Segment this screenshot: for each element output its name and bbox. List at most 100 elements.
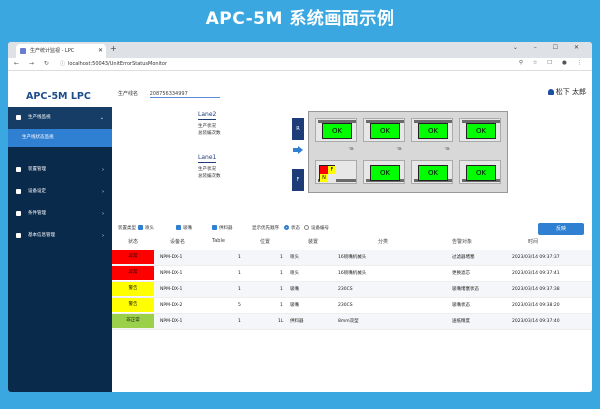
alarm-table: 状态 设备名 Table 位置 装置 分类 告警对象 时间 异常 NPM-DX-… xyxy=(112,238,592,330)
sidebar-item-conditions[interactable]: 条件管理 › xyxy=(8,203,112,225)
sidebar-item-settings[interactable]: 设备设定 › xyxy=(8,181,112,203)
sort-device-radio[interactable]: 设备编号 xyxy=(304,225,329,231)
info-icon: ⓘ xyxy=(60,61,66,67)
cell-category: 16喷嘴机械头 xyxy=(338,255,367,260)
machine-cell[interactable]: OK xyxy=(411,118,453,142)
folder-icon xyxy=(16,115,21,120)
sort-order-label: 显示优先顺序 xyxy=(252,226,279,231)
lane1-title: Lane1 xyxy=(198,154,217,163)
tab-close-icon[interactable]: ✕ xyxy=(98,44,103,58)
filter-feeder-checkbox[interactable]: 供料器 xyxy=(212,225,233,231)
header-table: Table xyxy=(212,238,225,244)
filter-bar: 装置类型 喷头 吸嘴 供料器 显示优先顺序 状态 设备编号 xyxy=(118,225,588,235)
cell-unit: 喷头 xyxy=(290,255,299,260)
address-bar: ← → ↻ ⓘ localhost:50043/UnitErrorStatusMo… xyxy=(8,58,592,71)
filter-nozzle-label: 吸嘴 xyxy=(183,226,192,231)
machine-layout: OK OK OK OK TB TB TB F N OK OK OK xyxy=(308,111,508,193)
cell-position: 1 xyxy=(280,271,283,276)
cell-unit: 供料器 xyxy=(290,319,304,324)
window-controls[interactable]: ⌄ – ☐ ✕ xyxy=(513,44,586,51)
url-field[interactable]: ⓘ localhost:50043/UnitErrorStatusMonitor xyxy=(60,60,167,67)
folder-icon xyxy=(16,167,21,172)
header-time: 时间 xyxy=(528,239,539,245)
cell-category: 230CS xyxy=(338,303,353,308)
cell-target: 送纸精度 xyxy=(452,319,470,324)
cell-time: 2023/03/14 09:38:20 xyxy=(512,303,560,308)
gear-icon xyxy=(16,189,21,194)
table-body: 异常 NPM-DX-1 1 1 喷头 16喷嘴机械头 过滤器堵塞 2023/03… xyxy=(112,250,592,330)
table-row[interactable]: 异常 NPM-DX-1 1 1 喷头 16喷嘴机械头 更换滤芯 2023/03/… xyxy=(112,266,592,282)
sidebar-subitem-line-status[interactable]: 生产线状态监视 xyxy=(8,129,112,147)
cell-time: 2023/03/14 09:37:37 xyxy=(512,255,560,260)
status-badge: 警告 xyxy=(112,298,154,312)
machine-cell[interactable]: OK xyxy=(363,160,405,184)
machine-cell-error[interactable]: F N xyxy=(315,160,357,184)
ok-indicator: OK xyxy=(370,123,400,139)
table-row[interactable]: 非正常 NPM-DX-1 1 1L 供料器 8mm双型 送纸精度 2023/03… xyxy=(112,314,592,330)
filter-head-label: 喷头 xyxy=(145,226,154,231)
machine-cell[interactable]: OK xyxy=(363,118,405,142)
table-row[interactable]: 警告 NPM-DX-2 5 1 吸嘴 230CS 吸嘴状态 2023/03/14… xyxy=(112,298,592,314)
document-icon xyxy=(16,233,21,238)
line-name-field[interactable]: 生产线名 208756334997 xyxy=(118,90,220,98)
cell-target: 过滤器堵塞 xyxy=(452,255,475,260)
sidebar-item-basic-info[interactable]: 基本信息管理 › xyxy=(8,225,112,247)
header-target: 告警对象 xyxy=(452,239,473,245)
device-type-label: 装置类型 xyxy=(118,226,136,231)
cell-device: NPM-DX-2 xyxy=(160,303,183,308)
sort-status-radio[interactable]: 状态 xyxy=(284,225,300,231)
nav-buttons[interactable]: ← → ↻ xyxy=(14,60,53,67)
user-icon xyxy=(547,89,554,95)
sidebar-item-label: 条件管理 xyxy=(28,211,46,216)
cell-time: 2023/03/14 09:37:41 xyxy=(512,271,560,276)
filter-feeder-label: 供料器 xyxy=(219,226,233,231)
flow-arrow-icon xyxy=(293,146,303,154)
sidebar-item-line-monitor[interactable]: 生产线监视 ⌄ xyxy=(8,107,112,129)
sidebar: APC-5M LPC 生产线监视 ⌄ 生产线状态监视 装置管理 › 设备设定 ›… xyxy=(8,71,112,392)
machine-cell[interactable]: OK xyxy=(411,160,453,184)
cell-time: 2023/03/14 09:37:38 xyxy=(512,287,560,292)
ok-indicator: OK xyxy=(418,123,448,139)
cell-table: 1 xyxy=(238,271,241,276)
tray-label: TB xyxy=(397,147,402,151)
sort-device-label: 设备编号 xyxy=(311,226,329,231)
app-brand: APC-5M LPC xyxy=(8,71,112,107)
chevron-right-icon: › xyxy=(102,189,104,195)
new-tab-icon[interactable]: + xyxy=(110,44,117,53)
filter-nozzle-checkbox[interactable]: 吸嘴 xyxy=(176,225,192,231)
line-name-value: 208756334997 xyxy=(149,91,220,98)
ok-indicator: OK xyxy=(466,165,496,181)
sidebar-item-label: 基本信息管理 xyxy=(28,233,55,238)
browser-tab[interactable]: 生产统计监视 - LPC ✕ xyxy=(16,44,106,58)
main-content: 生产线名 208756334997 松下 太郎 Lane2 生产状况 总装编次数… xyxy=(112,71,592,392)
cell-table: 1 xyxy=(238,319,241,324)
filter-head-checkbox[interactable]: 喷头 xyxy=(138,225,154,231)
lane2-status: 生产状况 xyxy=(198,124,216,129)
banner-title: APC-5M 系统画面示例 xyxy=(205,9,395,29)
cell-position: 1 xyxy=(280,303,283,308)
checkbox-checked-icon xyxy=(138,225,143,230)
header-category: 分类 xyxy=(378,239,389,245)
browser-window: 生产统计监视 - LPC ✕ + ⌄ – ☐ ✕ ← → ↻ ⓘ localhos… xyxy=(8,42,592,392)
cell-table: 1 xyxy=(238,255,241,260)
table-row[interactable]: 异常 NPM-DX-1 1 1 喷头 16喷嘴机械头 过滤器堵塞 2023/03… xyxy=(112,250,592,266)
table-row[interactable]: 警告 NPM-DX-1 1 1 吸嘴 230CS 吸嘴堵塞状态 2023/03/… xyxy=(112,282,592,298)
ok-indicator: OK xyxy=(418,165,448,181)
lane1-status: 生产状况 xyxy=(198,167,216,172)
cell-category: 8mm双型 xyxy=(338,319,359,324)
document-icon xyxy=(16,211,21,216)
user-menu[interactable]: 松下 太郎 xyxy=(547,87,586,97)
browser-tools[interactable]: ⚲ ☆ ☐ ● ⋮ xyxy=(519,60,586,66)
sort-status-label: 状态 xyxy=(291,226,300,231)
sidebar-item-device-management[interactable]: 装置管理 › xyxy=(8,159,112,181)
status-badge: 警告 xyxy=(112,282,154,296)
user-name: 松下 太郎 xyxy=(555,88,586,96)
machine-cell[interactable]: OK xyxy=(459,118,501,142)
machine-cell[interactable]: OK xyxy=(459,160,501,184)
cell-target: 吸嘴状态 xyxy=(452,303,470,308)
cell-category: 230CS xyxy=(338,287,353,292)
cell-device: NPM-DX-1 xyxy=(160,287,183,292)
machine-cell[interactable]: OK xyxy=(315,118,357,142)
cell-target: 吸嘴堵塞状态 xyxy=(452,287,479,292)
ok-indicator: OK xyxy=(466,123,496,139)
